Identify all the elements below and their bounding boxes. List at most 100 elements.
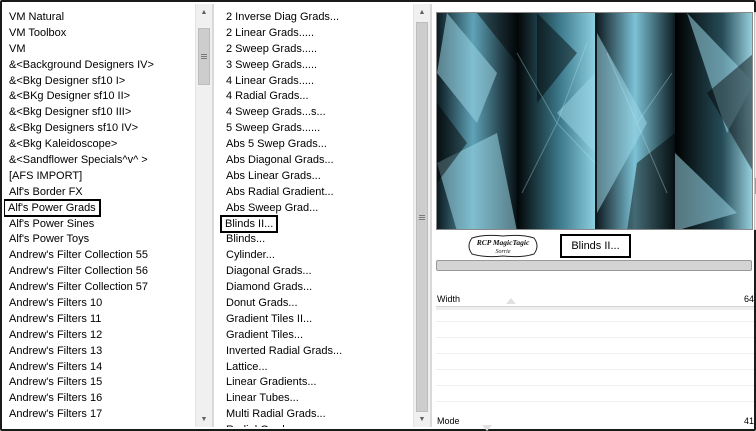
category-item-label: &<Bkg Designers sf10 IV>: [9, 122, 139, 135]
slider-thumb[interactable]: [481, 425, 492, 431]
category-item[interactable]: &<Sandflower Specials^v^ >: [4, 153, 195, 169]
category-scrollbar[interactable]: ▲ ▼: [195, 4, 212, 427]
effect-item[interactable]: Diagonal Grads...: [214, 264, 413, 280]
effect-item[interactable]: 4 Radial Grads...: [214, 89, 413, 105]
category-item[interactable]: VM: [4, 42, 195, 58]
scroll-down-arrow-icon[interactable]: ▼: [414, 411, 430, 427]
effect-item[interactable]: Abs 5 Swep Grads...: [214, 137, 413, 153]
effect-item-label: Blinds...: [226, 233, 266, 246]
effect-scrollbar[interactable]: ▲ ▼: [413, 4, 430, 427]
category-item-label: Andrew's Filters 16: [9, 392, 103, 405]
category-item[interactable]: Andrew's Filter Collection 55: [4, 248, 195, 264]
scroll-up-arrow-icon[interactable]: ▲: [414, 4, 430, 20]
category-item[interactable]: Andrew's Filter Collection 56: [4, 264, 195, 280]
category-item[interactable]: &<Bkg Designers sf10 IV>: [4, 121, 195, 137]
effect-item-label: 3 Sweep Grads.....: [226, 58, 318, 71]
category-item[interactable]: &<Bkg Designer sf10 III>: [4, 105, 195, 121]
effect-item[interactable]: Multi Radial Grads...: [214, 407, 413, 423]
effect-item[interactable]: 2 Inverse Diag Grads...: [214, 10, 413, 26]
scroll-down-arrow-icon[interactable]: ▼: [196, 411, 212, 427]
category-item-label: &<Bkg Designer sf10 III>: [9, 106, 132, 119]
category-item-label: &<Bkg Kaleidoscope>: [9, 138, 118, 151]
effect-item[interactable]: Abs Diagonal Grads...: [214, 153, 413, 169]
effect-item[interactable]: Abs Sweep Grad...: [214, 201, 413, 217]
effect-item-label: Gradient Tiles...: [226, 328, 304, 341]
effect-scroll-thumb[interactable]: [416, 22, 428, 412]
effect-item[interactable]: 2 Sweep Grads.....: [214, 42, 413, 58]
category-item[interactable]: Alf's Power Toys: [4, 232, 195, 248]
effect-item[interactable]: Inverted Radial Grads...: [214, 344, 413, 360]
category-item[interactable]: &<Bkg Kaleidoscope>: [4, 137, 195, 153]
effect-item[interactable]: 4 Linear Grads.....: [214, 74, 413, 90]
category-item-label: Andrew's Filters 15: [9, 376, 103, 389]
effect-item[interactable]: 2 Linear Grads.....: [214, 26, 413, 42]
effect-preview-image: [436, 12, 753, 230]
effect-item[interactable]: Diamond Grads...: [214, 280, 413, 296]
category-item[interactable]: Andrew's Filters 11: [4, 312, 195, 328]
effect-item[interactable]: 3 Sweep Grads.....: [214, 58, 413, 74]
effect-item-label: Linear Tubes...: [226, 392, 299, 405]
category-item[interactable]: &<Bkg Designer sf10 I>: [4, 74, 195, 90]
effect-item[interactable]: Gradient Tiles II...: [214, 312, 413, 328]
effect-item[interactable]: Linear Gradients...: [214, 375, 413, 391]
effect-item-label: 5 Sweep Grads......: [226, 122, 321, 135]
effect-item-label: Abs 5 Swep Grads...: [226, 138, 327, 151]
category-item-label: Andrew's Filter Collection 55: [9, 249, 149, 262]
category-item[interactable]: Andrew's Filters 13: [4, 344, 195, 360]
effect-item[interactable]: Blinds...: [214, 232, 413, 248]
category-item[interactable]: [AFS IMPORT]: [4, 169, 195, 185]
slider-thumb[interactable]: [505, 298, 516, 304]
category-item[interactable]: Andrew's Filter Collection 57: [4, 280, 195, 296]
category-scroll-thumb[interactable]: [198, 28, 210, 85]
category-item-label: Alf's Power Sines: [9, 217, 95, 230]
effect-item[interactable]: Blinds II...: [214, 214, 413, 233]
category-item[interactable]: Alf's Power Sines: [4, 217, 195, 233]
effect-item[interactable]: Cylinder...: [214, 248, 413, 264]
scroll-up-arrow-icon[interactable]: ▲: [196, 4, 212, 20]
slider-width[interactable]: Width 64: [432, 292, 754, 306]
category-listbox[interactable]: VM Natural VM Toolbox VM &<Background Desig…: [4, 4, 195, 427]
effect-item-label: Cylinder...: [226, 249, 275, 262]
effect-item[interactable]: 5 Sweep Grads......: [214, 121, 413, 137]
slider-mode[interactable]: Mode 41: [432, 414, 754, 428]
effect-list: 2 Inverse Diag Grads... 2 Linear Grads...…: [214, 10, 413, 427]
effect-name-label: Blinds II...: [560, 234, 631, 258]
category-item[interactable]: VM Toolbox: [4, 26, 195, 42]
category-item[interactable]: &<Background Designers IV>: [4, 58, 195, 74]
effect-item[interactable]: 4 Sweep Grads...s...: [214, 105, 413, 121]
effect-item-label: Donut Grads...: [226, 297, 298, 310]
category-list-pane: VM Natural VM Toolbox VM &<Background Desig…: [4, 4, 212, 427]
slider-track[interactable]: [436, 306, 754, 310]
category-item[interactable]: Andrew's Filters 16: [4, 391, 195, 407]
category-item[interactable]: Andrew's Filters 14: [4, 360, 195, 376]
category-item[interactable]: VM Natural: [4, 10, 195, 26]
category-item[interactable]: Andrew's Filters 15: [4, 375, 195, 391]
effect-item-label: Radial Grads...: [226, 424, 299, 427]
category-item[interactable]: &<BKg Designer sf10 II>: [4, 89, 195, 105]
slider-value: 64: [743, 294, 754, 304]
effect-item-label: Linear Gradients...: [226, 376, 317, 389]
effect-item[interactable]: Radial Grads...: [214, 423, 413, 427]
category-item[interactable]: Alf's Border FX: [4, 185, 195, 201]
effect-item-label: Diagonal Grads...: [226, 265, 312, 278]
category-item-label: &<Sandflower Specials^v^ >: [9, 154, 148, 167]
slider-value: 41: [743, 416, 754, 426]
effect-item[interactable]: Gradient Tiles...: [214, 328, 413, 344]
effect-listbox[interactable]: 2 Inverse Diag Grads... 2 Linear Grads...…: [214, 4, 413, 427]
preview-render: [437, 13, 752, 229]
category-item[interactable]: Andrew's Filters 10: [4, 296, 195, 312]
effect-item[interactable]: Abs Linear Grads...: [214, 169, 413, 185]
category-item[interactable]: Andrew's Filters 17: [4, 407, 195, 423]
scroll-grip-icon: [419, 214, 425, 220]
category-item-label: Andrew's Filters 10: [9, 297, 103, 310]
category-item[interactable]: Andrew's Filters 12: [4, 328, 195, 344]
effect-item[interactable]: Lattice...: [214, 360, 413, 376]
effect-item-label: Abs Diagonal Grads...: [226, 154, 334, 167]
effect-item[interactable]: Donut Grads...: [214, 296, 413, 312]
category-item-label: Andrew's Filters 12: [9, 328, 103, 341]
effect-item[interactable]: Abs Radial Gradient...: [214, 185, 413, 201]
category-item[interactable]: Alf's Power Grads: [4, 198, 195, 217]
preview-horizontal-scrollbar[interactable]: [436, 260, 752, 271]
logo-text: RCP MagicTagic: [476, 238, 530, 247]
effect-item[interactable]: Linear Tubes...: [214, 391, 413, 407]
